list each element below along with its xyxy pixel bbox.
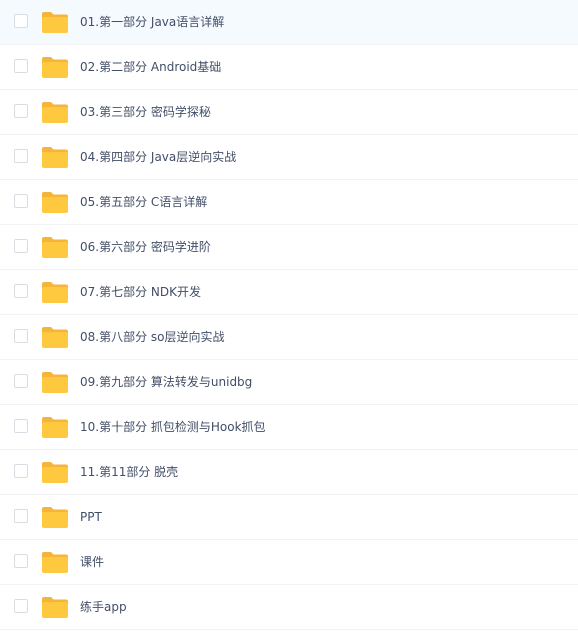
folder-icon: [41, 461, 69, 484]
row-checkbox[interactable]: [14, 554, 28, 568]
file-row[interactable]: 03.第三部分 密码学探秘: [0, 90, 578, 135]
folder-icon: [41, 101, 69, 124]
file-name[interactable]: 11.第11部分 脱壳: [80, 450, 178, 495]
folder-icon: [41, 11, 69, 34]
row-checkbox[interactable]: [14, 464, 28, 478]
folder-icon: [41, 596, 69, 619]
file-name[interactable]: 01.第一部分 Java语言详解: [80, 0, 224, 45]
file-name[interactable]: PPT: [80, 495, 102, 540]
file-row[interactable]: 10.第十部分 抓包检测与Hook抓包: [0, 405, 578, 450]
file-row[interactable]: PPT: [0, 495, 578, 540]
file-name[interactable]: 10.第十部分 抓包检测与Hook抓包: [80, 405, 266, 450]
file-row[interactable]: 11.第11部分 脱壳: [0, 450, 578, 495]
row-checkbox[interactable]: [14, 239, 28, 253]
row-checkbox[interactable]: [14, 194, 28, 208]
row-checkbox[interactable]: [14, 104, 28, 118]
file-name[interactable]: 05.第五部分 C语言详解: [80, 180, 207, 225]
file-row[interactable]: 09.第九部分 算法转发与unidbg: [0, 360, 578, 405]
folder-icon: [41, 281, 69, 304]
folder-icon: [41, 191, 69, 214]
folder-icon: [41, 236, 69, 259]
file-row[interactable]: 02.第二部分 Android基础: [0, 45, 578, 90]
file-row[interactable]: 04.第四部分 Java层逆向实战: [0, 135, 578, 180]
folder-icon: [41, 551, 69, 574]
file-name[interactable]: 07.第七部分 NDK开发: [80, 270, 201, 315]
folder-icon: [41, 506, 69, 529]
file-row[interactable]: 01.第一部分 Java语言详解: [0, 0, 578, 45]
file-name[interactable]: 练手app: [80, 585, 127, 630]
row-checkbox[interactable]: [14, 374, 28, 388]
row-checkbox[interactable]: [14, 284, 28, 298]
folder-icon: [41, 146, 69, 169]
file-name[interactable]: 06.第六部分 密码学进阶: [80, 225, 211, 270]
file-name[interactable]: 02.第二部分 Android基础: [80, 45, 221, 90]
file-name[interactable]: 09.第九部分 算法转发与unidbg: [80, 360, 252, 405]
row-checkbox[interactable]: [14, 14, 28, 28]
file-name[interactable]: 08.第八部分 so层逆向实战: [80, 315, 225, 360]
row-checkbox[interactable]: [14, 59, 28, 73]
folder-icon: [41, 326, 69, 349]
file-row[interactable]: 05.第五部分 C语言详解: [0, 180, 578, 225]
row-checkbox[interactable]: [14, 509, 28, 523]
row-checkbox[interactable]: [14, 419, 28, 433]
file-row[interactable]: 练手app: [0, 585, 578, 630]
file-row[interactable]: 课件: [0, 540, 578, 585]
row-checkbox[interactable]: [14, 149, 28, 163]
file-row[interactable]: 08.第八部分 so层逆向实战: [0, 315, 578, 360]
folder-icon: [41, 56, 69, 79]
file-list: 01.第一部分 Java语言详解 02.第二部分 Android基础 03.第三…: [0, 0, 578, 630]
file-name[interactable]: 课件: [80, 540, 104, 585]
file-name[interactable]: 03.第三部分 密码学探秘: [80, 90, 211, 135]
row-checkbox[interactable]: [14, 329, 28, 343]
folder-icon: [41, 371, 69, 394]
folder-icon: [41, 416, 69, 439]
row-checkbox[interactable]: [14, 599, 28, 613]
file-row[interactable]: 07.第七部分 NDK开发: [0, 270, 578, 315]
file-row[interactable]: 06.第六部分 密码学进阶: [0, 225, 578, 270]
file-name[interactable]: 04.第四部分 Java层逆向实战: [80, 135, 236, 180]
